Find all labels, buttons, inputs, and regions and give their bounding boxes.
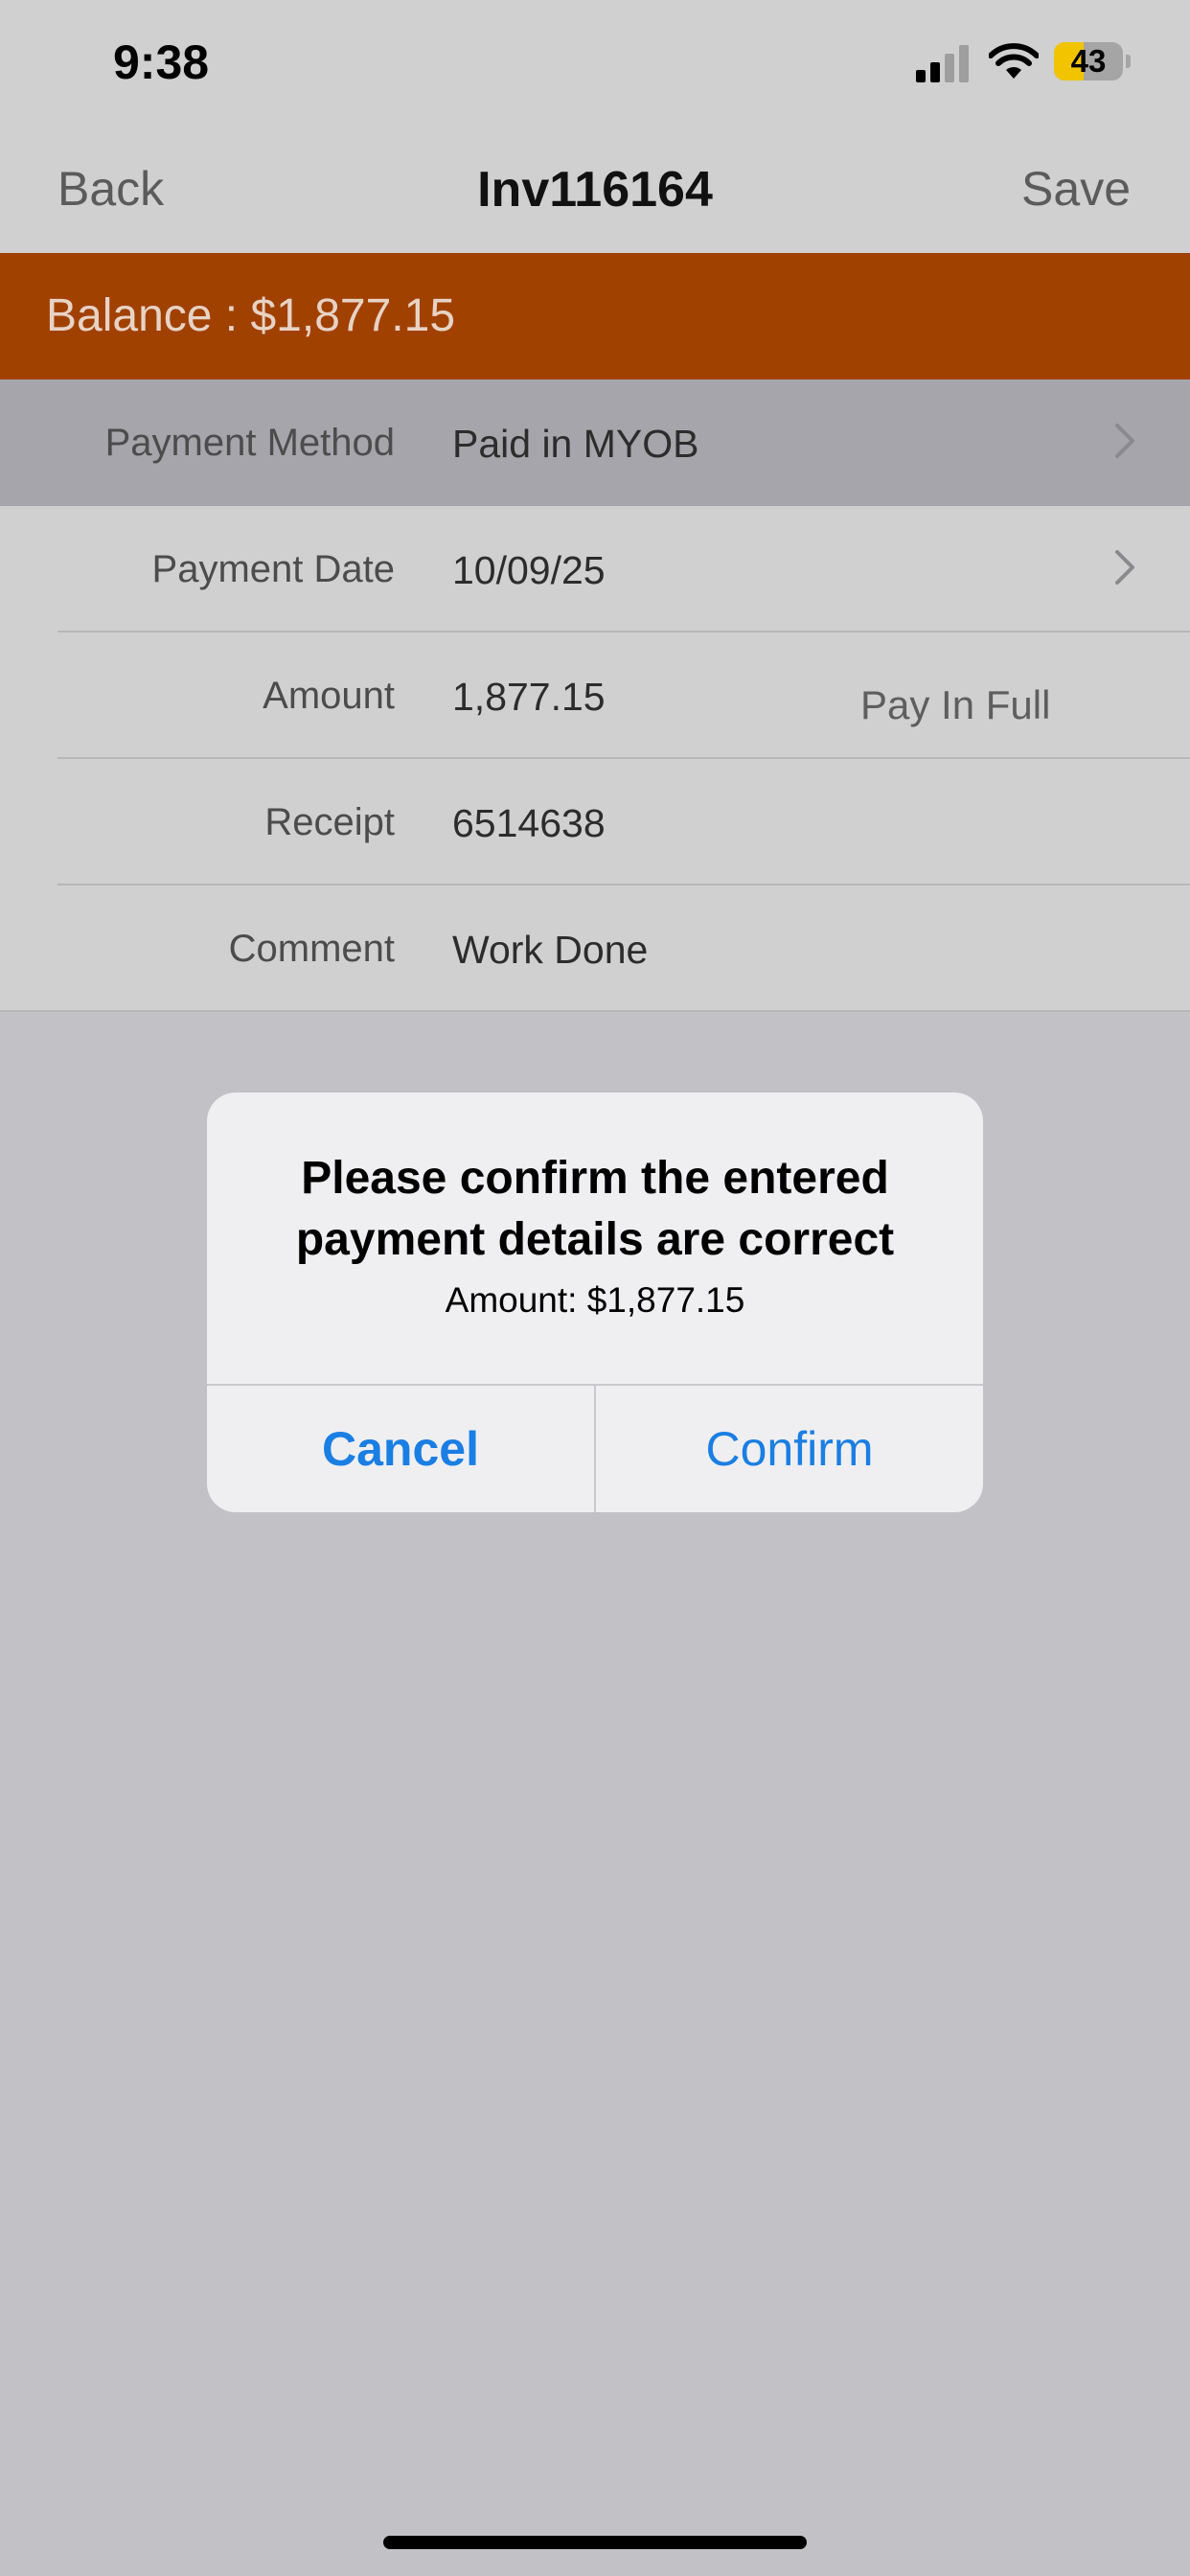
cancel-button[interactable]: Cancel	[207, 1386, 594, 1512]
payment-method-row[interactable]: Payment Method Paid in MYOB	[0, 380, 1190, 506]
chevron-right-icon	[1115, 550, 1134, 585]
receipt-row: Receipt 6514638	[0, 759, 1190, 886]
amount-field[interactable]: 1,877.15	[452, 675, 606, 720]
amount-label: Amount	[263, 675, 395, 717]
payment-date-label: Payment Date	[151, 548, 395, 590]
row-divider	[0, 1010, 1190, 1012]
receipt-field[interactable]: 6514638	[452, 801, 606, 846]
balance-text: Balance : $1,877.15	[46, 290, 456, 341]
comment-row: Comment Work Done	[0, 886, 1190, 1012]
comment-field[interactable]: Work Done	[452, 928, 648, 973]
alert-title: Please confirm the entered payment detai…	[295, 1153, 895, 1265]
battery-icon: 43	[1054, 42, 1131, 80]
payment-method-value: Paid in MYOB	[452, 422, 699, 466]
page-title: Inv116164	[477, 162, 713, 218]
confirm-button[interactable]: Confirm	[596, 1386, 983, 1512]
payment-form: Payment Method Paid in MYOB Payment Date…	[0, 380, 1190, 1012]
receipt-label: Receipt	[264, 801, 395, 843]
alert-message: Amount: $1,877.15	[445, 1280, 745, 1320]
wifi-icon	[989, 43, 1039, 79]
status-bar: 9:38 43	[0, 0, 1190, 125]
save-button[interactable]: Save	[1021, 161, 1131, 217]
home-indicator[interactable]	[383, 2536, 807, 2549]
status-time: 9:38	[113, 35, 210, 89]
comment-label: Comment	[228, 928, 395, 970]
amount-row: Amount 1,877.15 Pay In Full	[0, 632, 1190, 759]
signal-icon	[916, 45, 969, 82]
battery-level: 43	[1070, 43, 1107, 79]
balance-banner: Balance : $1,877.15	[0, 253, 1190, 380]
pay-in-full-button[interactable]: Pay In Full	[860, 682, 1050, 728]
payment-method-label: Payment Method	[104, 422, 395, 464]
payment-date-row[interactable]: Payment Date 10/09/25	[0, 506, 1190, 632]
payment-date-value: 10/09/25	[452, 548, 606, 592]
confirm-payment-alert: Please confirm the entered payment detai…	[207, 1092, 983, 1512]
chevron-right-icon	[1115, 424, 1134, 458]
navigation-bar: Back Inv116164 Save	[0, 125, 1190, 253]
